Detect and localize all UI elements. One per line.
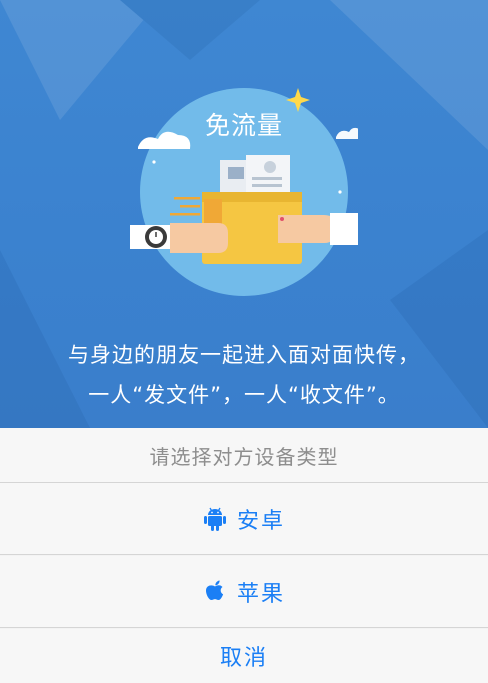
cancel-label: 取消 <box>219 646 268 671</box>
device-type-action-sheet: 请选择对方设备类型 安卓 苹果 取消 <box>0 428 488 683</box>
apple-icon <box>203 579 227 605</box>
cancel-button[interactable]: 取消 <box>0 629 488 683</box>
hero-banner: 免流量 与身边的朋友一起进入面对面快传， 一人“发文件”，一人“收文件”。 <box>0 0 488 428</box>
android-option-button[interactable]: 安卓 <box>0 483 488 555</box>
sheet-title: 请选择对方设备类型 <box>0 428 488 483</box>
free-data-badge: 免流量 <box>204 111 283 140</box>
slogan-line-1: 与身边的朋友一起进入面对面快传， <box>68 343 420 367</box>
apple-option-button[interactable]: 苹果 <box>0 556 488 628</box>
slogan-line-2: 一人“发文件”，一人“收文件”。 <box>88 383 400 407</box>
apple-option-label: 苹果 <box>236 581 285 607</box>
android-icon <box>203 506 227 532</box>
sheet-title-text: 请选择对方设备类型 <box>149 444 339 469</box>
android-option-label: 安卓 <box>236 508 285 534</box>
